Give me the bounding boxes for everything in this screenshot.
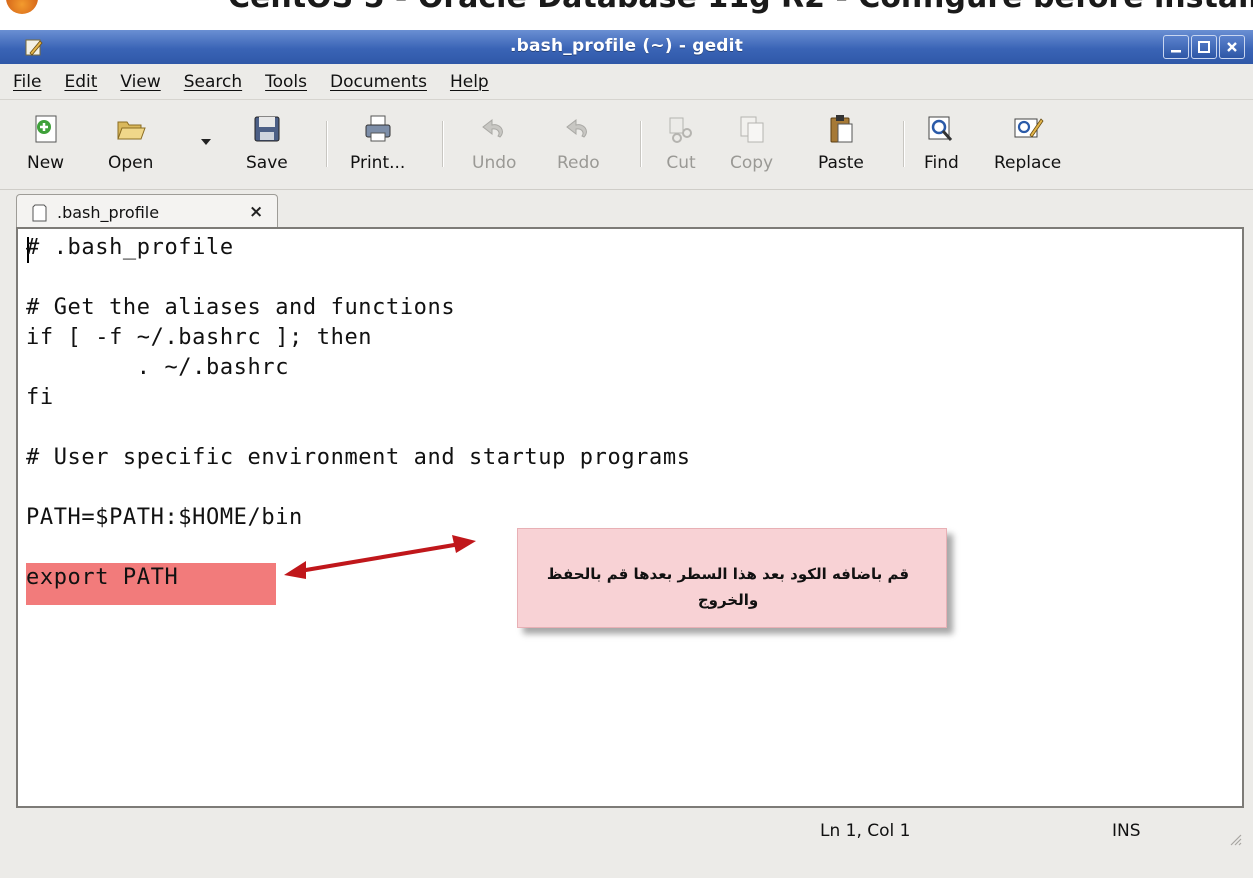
annotation-callout: قم باضافه الكود بعد هذا السطر بعدها قم ب… (517, 528, 947, 628)
menu-view[interactable]: View (117, 70, 163, 94)
background-window-title: CentOS 5 - Oracle Database 11g R2 - Conf… (228, 0, 1253, 15)
document-icon (32, 204, 47, 222)
menu-tools[interactable]: Tools (262, 70, 310, 94)
copy-icon (740, 116, 764, 143)
menu-bar: File Edit View Search Tools Documents He… (0, 64, 1253, 100)
copy-button[interactable]: Copy (730, 107, 773, 183)
replace-button[interactable]: Replace (994, 107, 1061, 183)
menu-edit[interactable]: Edit (61, 70, 100, 94)
open-dropdown-chevron-icon[interactable] (200, 137, 212, 147)
tab-label: .bash_profile (57, 203, 160, 222)
save-button[interactable]: Save (246, 107, 288, 183)
open-button[interactable]: Open (108, 107, 153, 183)
code-line: if [ -f ~/.bashrc ]; then (26, 325, 373, 350)
gedit-window: .bash_profile (~) - gedit File Edit View… (0, 30, 1253, 878)
annotation-text: قم باضافه الكود بعد هذا السطر بعدها قم ب… (546, 565, 910, 609)
undo-button[interactable]: Undo (472, 107, 516, 183)
print-label: Print... (350, 153, 406, 173)
code-line: # Get the aliases and functions (26, 295, 456, 320)
find-magnifier-icon (928, 116, 953, 141)
code-line: . ~/.bashrc (26, 355, 290, 380)
tab-close-icon[interactable]: × (249, 202, 263, 222)
undo-label: Undo (472, 153, 517, 173)
toolbar-separator (326, 121, 327, 167)
distro-logo-icon (6, 0, 38, 14)
toolbar: New Open Save Print... Undo Redo Cut Cop… (0, 101, 1253, 190)
new-label: New (27, 153, 65, 173)
folder-open-icon (116, 121, 146, 140)
redo-icon (566, 118, 588, 138)
cursor-position: Ln 1, Col 1 (820, 821, 911, 841)
replace-icon (1014, 118, 1044, 138)
menu-documents[interactable]: Documents (327, 70, 430, 94)
status-bar: Ln 1, Col 1 INS (0, 815, 1253, 878)
paste-label: Paste (818, 153, 864, 173)
floppy-disk-icon (254, 116, 280, 142)
new-document-icon (35, 115, 57, 143)
code-line: fi (26, 385, 54, 410)
close-icon (1227, 42, 1237, 52)
maximize-icon (1198, 41, 1210, 53)
new-button[interactable]: New (27, 107, 64, 183)
minimize-button[interactable] (1163, 35, 1189, 59)
find-label: Find (924, 153, 959, 173)
printer-icon (365, 115, 391, 142)
insert-mode: INS (1112, 821, 1141, 841)
redo-label: Redo (557, 153, 600, 173)
undo-icon (482, 118, 504, 138)
window-titlebar[interactable]: .bash_profile (~) - gedit (0, 30, 1253, 64)
document-tab-bar: .bash_profile × (0, 190, 1253, 230)
toolbar-separator (903, 121, 904, 167)
scissors-icon (669, 117, 692, 143)
background-window-titlebar: CentOS 5 - Oracle Database 11g R2 - Conf… (0, 0, 1253, 30)
menu-search[interactable]: Search (181, 70, 245, 94)
find-button[interactable]: Find (924, 107, 959, 183)
menu-file[interactable]: File (10, 70, 44, 94)
toolbar-separator (640, 121, 641, 167)
save-label: Save (246, 153, 288, 173)
minimize-icon (1171, 50, 1181, 53)
code-line: # User specific environment and startup … (26, 445, 691, 470)
annotation-arrow (284, 535, 476, 579)
copy-label: Copy (730, 153, 774, 173)
toolbar-separator (442, 121, 443, 167)
paste-button[interactable]: Paste (818, 107, 864, 183)
cut-button[interactable]: Cut (665, 107, 697, 183)
redo-button[interactable]: Redo (557, 107, 600, 183)
clipboard-icon (830, 115, 853, 143)
tab-bash-profile[interactable]: .bash_profile × (16, 194, 278, 230)
close-button[interactable] (1219, 35, 1245, 59)
resize-grip-icon[interactable] (1227, 831, 1243, 847)
cut-label: Cut (666, 153, 696, 173)
print-button[interactable]: Print... (350, 107, 405, 183)
window-title: .bash_profile (~) - gedit (509, 36, 744, 56)
maximize-button[interactable] (1191, 35, 1217, 59)
code-line: # .bash_profile (26, 235, 234, 260)
text-editor[interactable]: # .bash_profile # Get the aliases and fun… (16, 227, 1244, 808)
replace-label: Replace (994, 153, 1062, 173)
open-label: Open (108, 153, 154, 173)
menu-help[interactable]: Help (447, 70, 492, 94)
